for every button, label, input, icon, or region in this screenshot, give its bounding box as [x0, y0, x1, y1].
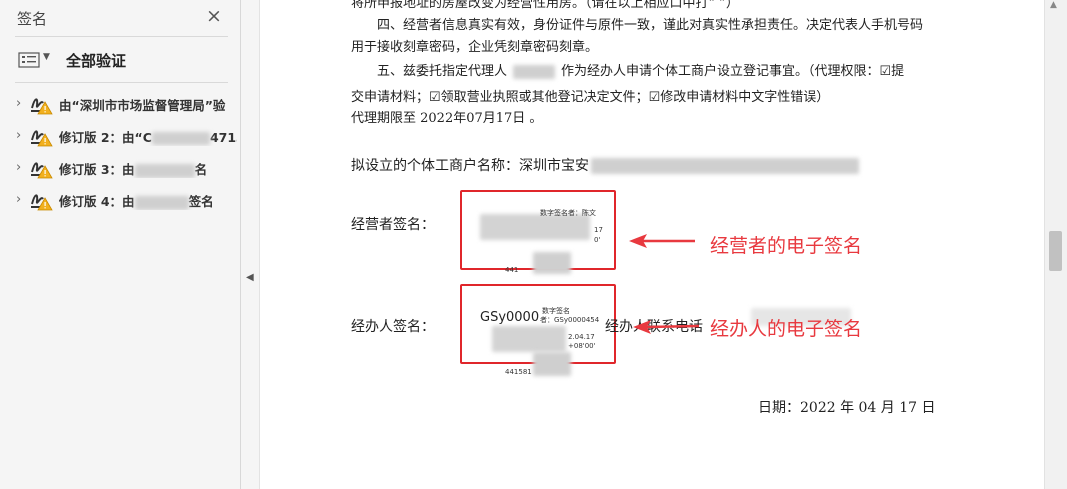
signature-label: 修订版 2：由“C 4713	[59, 127, 237, 146]
collapse-arrow-icon[interactable]: ◀	[246, 272, 254, 283]
signature-label-text: 修订版 3：由	[59, 162, 135, 177]
signature-panel: 签名 × ▼ 全部验证 › 由“深圳市市场监督管理局”验 › 修订版 2：由“C…	[0, 0, 241, 489]
operator-signature-label: 经营者签名：	[351, 217, 435, 233]
business-name-line: 拟设立的个体工商户名称：深圳市宝安	[351, 155, 859, 175]
date-line: 日期：2022 年 04 月 17 日	[758, 400, 936, 416]
operator-annotation: 经营者的电子签名	[710, 235, 863, 257]
signature-warning-icon	[31, 194, 53, 211]
signature-detail: 441581	[505, 368, 532, 376]
divider	[15, 82, 228, 83]
chevron-right-icon[interactable]: ›	[16, 96, 21, 111]
agent-annotation: 经办人的电子签名	[710, 318, 863, 340]
redacted-block	[134, 163, 195, 178]
signature-detail: 0'	[594, 236, 601, 244]
signature-detail: 者：GSy0000454	[540, 316, 600, 324]
signature-label-suffix: 4713	[209, 130, 237, 145]
scroll-up-icon[interactable]: ▲	[1050, 0, 1057, 10]
redacted-block	[134, 195, 189, 210]
chevron-right-icon[interactable]: ›	[16, 160, 21, 175]
signature-item[interactable]: › 由“深圳市市场监督管理局”验	[0, 90, 240, 118]
signature-label: 修订版 4：由 签名	[59, 191, 237, 210]
signature-detail: 17	[594, 226, 603, 234]
redacted-block	[533, 252, 571, 274]
panel-title: 签名	[17, 10, 48, 28]
vertical-scrollbar[interactable]: ▲	[1044, 0, 1067, 489]
chevron-down-icon[interactable]: ▼	[43, 52, 50, 62]
doc-text-line: 用于接收刻章密码，企业凭刻章密码刻章。	[351, 40, 599, 55]
signature-warning-icon	[31, 98, 53, 115]
doc-text: 五、兹委托指定代理人	[377, 64, 508, 79]
close-icon[interactable]: ×	[204, 6, 224, 26]
redacted-block	[533, 352, 571, 376]
signature-detail: 2.04.17	[568, 333, 595, 341]
signature-warning-icon	[31, 162, 53, 179]
signature-detail: +08'00'	[568, 342, 596, 350]
chevron-right-icon[interactable]: ›	[16, 192, 21, 207]
signature-label-text: 由“深圳市市场监督管理局”验	[59, 98, 226, 113]
signature-label-suffix: 签名	[188, 194, 214, 209]
doc-text-line: 代理期限至 2022年07月17日 。	[351, 111, 543, 126]
agent-signature-label: 经办人签名：	[351, 319, 435, 335]
redacted-block	[151, 132, 210, 145]
signature-label-text: 修订版 4：由	[59, 194, 135, 209]
verify-all-button[interactable]: 全部验证	[66, 50, 126, 71]
signature-label-text: 修订版 2：由“C	[59, 130, 152, 145]
redacted-block	[492, 326, 566, 352]
signature-item[interactable]: › 修订版 2：由“C 4713	[0, 122, 240, 150]
redacted-block	[591, 158, 859, 174]
signature-detail: 数字签名者：陈文	[540, 209, 596, 217]
scrollbar-thumb[interactable]	[1049, 231, 1062, 271]
signature-label-suffix: 名	[194, 162, 208, 177]
doc-text-line: 四、经营者信息真实有效，身份证件与原件一致，谨此对真实性承担责任。决定代表人手机…	[377, 18, 924, 33]
annotation-arrow	[633, 320, 700, 334]
document-page: 将所申报地址的房屋改变为经营性用房。（请在以上相应口中打“ ”） 四、经营者信息…	[261, 0, 1044, 489]
redacted-block	[513, 64, 556, 79]
doc-text-line: 将所申报地址的房屋改变为经营性用房。（请在以上相应口中打“ ”）	[351, 0, 739, 11]
doc-text-line: 交申请材料；☑领取营业执照或其他登记决定文件；☑修改申请材料中文字性错误）	[351, 90, 830, 105]
divider	[15, 36, 228, 37]
doc-text-line: 五、兹委托指定代理人 作为经办人申请个体工商户设立登记事宜。（代理权限：☑提	[377, 60, 904, 79]
options-icon[interactable]	[18, 52, 40, 68]
signature-warning-icon	[31, 130, 53, 147]
signature-label: 由“深圳市市场监督管理局”验	[59, 95, 237, 114]
annotation-arrow	[629, 234, 695, 248]
doc-text: 拟设立的个体工商户名称：深圳市宝安	[351, 158, 589, 174]
panel-collapse-handle[interactable]: ◀	[241, 0, 260, 489]
signature-item[interactable]: › 修订版 4：由 签名	[0, 186, 240, 214]
panel-toolbar: ▼ 全部验证	[0, 44, 240, 76]
signature-label: 修订版 3：由 名	[59, 159, 237, 178]
signature-item[interactable]: › 修订版 3：由 名	[0, 154, 240, 182]
panel-header: 签名 ×	[0, 0, 240, 36]
chevron-right-icon[interactable]: ›	[16, 128, 21, 143]
signature-detail: 441	[505, 266, 519, 274]
doc-text: 作为经办人申请个体工商户设立登记事宜。（代理权限：☑提	[561, 64, 905, 79]
signature-main-text: GSy0000	[480, 310, 540, 325]
